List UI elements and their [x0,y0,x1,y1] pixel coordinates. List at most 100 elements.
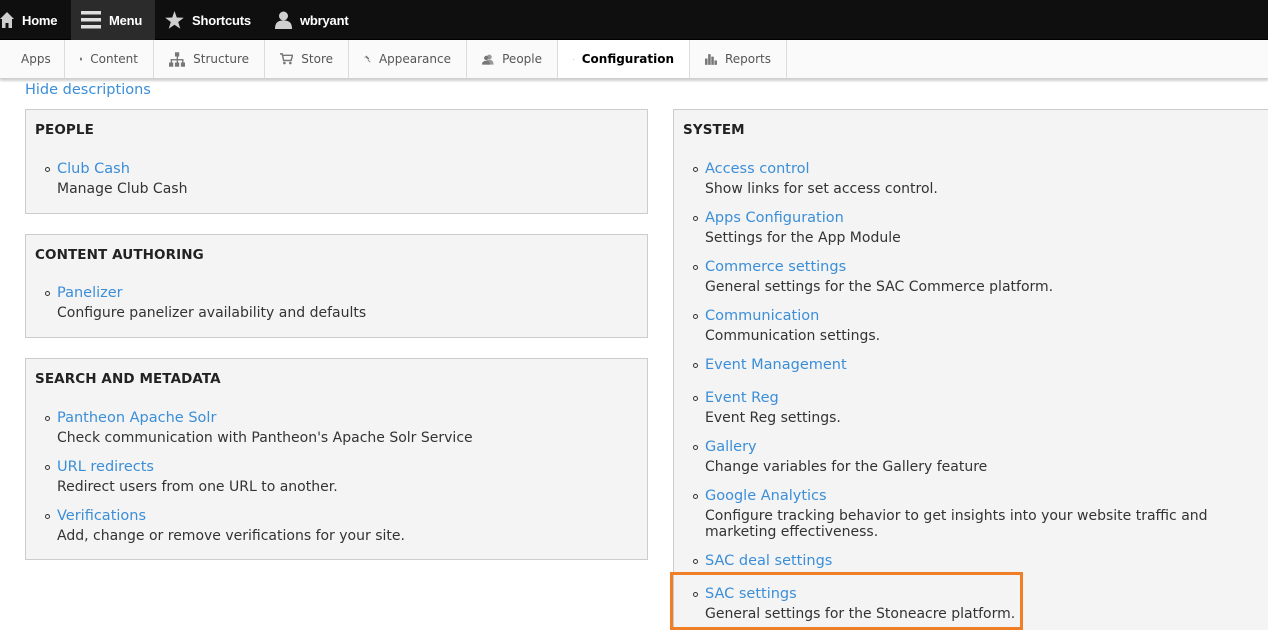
item-description: Communication settings. [705,328,881,344]
pantheon-apache-solr-link[interactable]: Pantheon Apache Solr [57,408,473,428]
item-description: Manage Club Cash [57,181,188,197]
tray-item-label: Configuration [581,52,674,66]
people-panel: PEOPLE Club Cash Manage Club Cash [25,109,648,214]
url-redirects-link[interactable]: URL redirects [57,457,338,477]
admin-tray: Apps Content Structure Store Appearance … [0,40,1268,79]
tray-item-configuration[interactable]: Configuration [558,40,690,78]
list-item: Panelizer Configure panelizer availabili… [45,283,367,323]
bar-chart-icon [705,53,717,65]
tray-item-label: Reports [724,52,771,66]
shortcuts-label: Shortcuts [192,12,251,28]
access-control-link[interactable]: Access control [705,159,938,179]
panel-title: PEOPLE [35,122,94,138]
tray-item-store[interactable]: Store [265,40,349,78]
list-item: Event Management [693,355,847,375]
sitemap-icon [169,51,186,67]
search-metadata-panel: SEARCH AND METADATA Pantheon Apache Solr… [25,358,648,560]
item-description: Add, change or remove verifications for … [57,528,405,544]
event-management-link[interactable]: Event Management [705,355,847,375]
list-item: Verifications Add, change or remove veri… [45,506,405,546]
bullet-icon [693,363,698,368]
cart-icon [280,53,294,65]
event-reg-link[interactable]: Event Reg [705,388,841,408]
bullet-icon [45,514,50,519]
apps-configuration-link[interactable]: Apps Configuration [705,208,901,228]
bullet-icon [693,445,698,450]
commerce-settings-link[interactable]: Commerce settings [705,257,1053,277]
home-label: Home [22,12,58,28]
paintbrush-icon [364,55,371,63]
verifications-link[interactable]: Verifications [57,506,405,526]
club-cash-link[interactable]: Club Cash [57,159,187,179]
panel-title: SYSTEM [683,122,745,138]
item-description: Settings for the App Module [705,230,901,246]
system-panel: SYSTEM Access control Show links for set… [673,109,1268,630]
list-item: Access control Show links for set access… [693,159,938,199]
tray-item-content[interactable]: Content [65,40,154,78]
tray-item-apps[interactable]: Apps [0,40,65,78]
tray-item-label: Store [301,52,333,66]
menu-label: Menu [109,12,143,28]
home-button[interactable]: Home [0,0,58,40]
user-label: wbryant [300,12,349,28]
bullet-icon [693,559,698,564]
tray-item-label: Apps [21,52,51,66]
user-button[interactable]: wbryant [275,0,349,40]
panel-title: SEARCH AND METADATA [35,371,221,387]
bullet-icon [693,494,698,499]
admin-toolbar: Home Menu Shortcuts wbryant [0,0,1268,40]
item-description: Configure panelizer availability and def… [57,305,367,321]
bullet-icon [45,465,50,470]
bullet-icon [693,216,698,221]
list-item: Club Cash Manage Club Cash [45,159,188,199]
people-icon [482,54,494,65]
tray-item-reports[interactable]: Reports [690,40,787,78]
tray-item-label: Appearance [378,52,451,66]
bullet-icon [693,396,698,401]
item-description: Change variables for the Gallery feature [705,459,988,475]
tray-item-appearance[interactable]: Appearance [349,40,467,78]
list-item: SAC deal settings [693,551,832,571]
tray-item-label: Content [90,52,138,66]
list-item: Apps Configuration Settings for the App … [693,208,901,248]
google-analytics-link[interactable]: Google Analytics [705,486,1261,506]
content-authoring-panel: CONTENT AUTHORING Panelizer Configure pa… [25,234,648,338]
list-item: Pantheon Apache Solr Check communication… [45,408,473,448]
list-item: Event Reg Event Reg settings. [693,388,841,428]
panel-title: CONTENT AUTHORING [35,247,204,263]
item-description: Check communication with Pantheon's Apac… [57,430,473,446]
item-description: Configure tracking behavior to get insig… [705,508,1208,540]
list-item: Google Analytics Configure tracking beha… [693,486,1261,540]
hide-descriptions-link[interactable]: Hide descriptions [25,82,151,98]
item-description: Event Reg settings. [705,410,841,426]
user-icon [275,11,292,29]
sac-deal-settings-link[interactable]: SAC deal settings [705,551,832,571]
tray-item-people[interactable]: People [467,40,558,78]
list-item: Commerce settings General settings for t… [693,257,1054,297]
item-description: General settings for the SAC Commerce pl… [705,279,1054,295]
shortcuts-button[interactable]: Shortcuts [165,0,251,40]
bullet-icon [693,265,698,270]
panelizer-link[interactable]: Panelizer [57,283,366,303]
bullet-icon [693,167,698,172]
bullet-icon [45,416,50,421]
tray-item-label: Structure [193,52,249,66]
page-icon [80,57,83,61]
item-description: Show links for set access control. [705,181,938,197]
menu-button[interactable]: Menu [71,0,155,40]
list-item: Communication Communication settings. [693,306,881,346]
star-icon [165,11,184,29]
bullet-icon [45,291,50,296]
gallery-link[interactable]: Gallery [705,437,987,457]
highlight-box [670,572,1023,630]
communication-link[interactable]: Communication [705,306,880,326]
wrench-icon [573,58,574,60]
list-item: URL redirects Redirect users from one UR… [45,457,338,497]
bullet-icon [693,314,698,319]
tray-item-structure[interactable]: Structure [154,40,265,78]
hamburger-icon [81,11,101,29]
list-item: Gallery Change variables for the Gallery… [693,437,988,477]
home-icon [0,12,14,28]
tray-item-label: People [502,52,542,66]
item-description: Redirect users from one URL to another. [57,479,338,495]
